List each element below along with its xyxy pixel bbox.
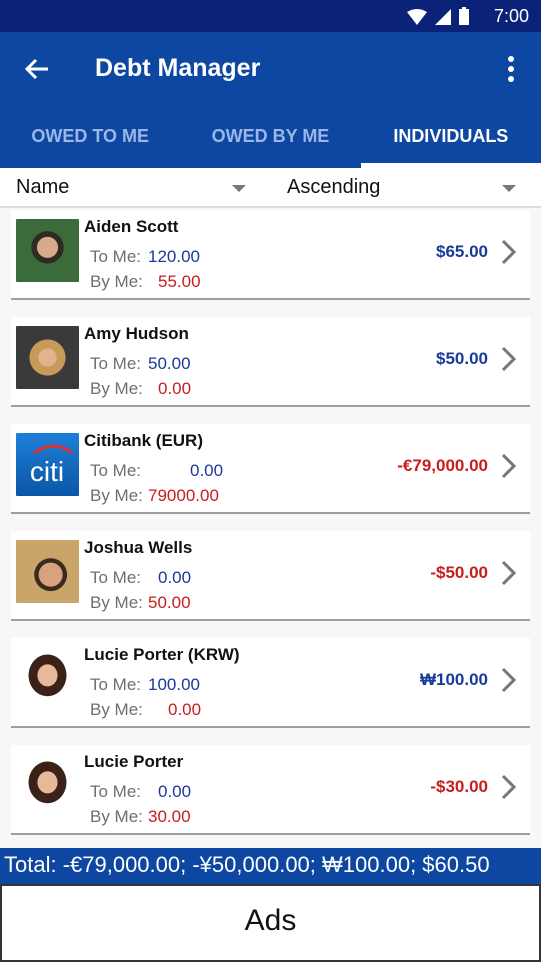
item-name: Joshua Wells: [84, 538, 193, 557]
by-me-label: By Me:: [90, 486, 143, 505]
status-bar: 7:00: [0, 0, 541, 32]
to-me-label: To Me:: [90, 461, 142, 480]
balance: -$30.00: [430, 777, 488, 796]
citi-logo-icon: citi: [16, 433, 79, 496]
by-me-value: 30.00: [148, 807, 191, 826]
to-me-value: 0.00: [158, 568, 192, 587]
ad-banner[interactable]: Ads: [0, 884, 541, 962]
status-time: 7:00: [493, 6, 529, 26]
sort-order-value: Ascending: [287, 176, 381, 198]
tab-individuals[interactable]: INDIVIDUALS: [360, 116, 541, 168]
by-me-label: By Me:: [90, 700, 143, 719]
chevron-down-icon: [232, 185, 246, 192]
balance: $65.00: [436, 242, 488, 261]
avatar: [16, 540, 79, 603]
list-item[interactable]: Aiden Scott To Me: 120.00 By Me: 55.00 $…: [11, 210, 530, 300]
to-me-value: 50.00: [148, 354, 191, 373]
app-bar: Debt Manager OWED TO ME OWED BY ME INDIV…: [0, 32, 541, 168]
balance: -$50.00: [430, 563, 488, 582]
avatar: [16, 219, 79, 282]
list-item[interactable]: Lucie Porter To Me: 0.00 By Me: 30.00 -$…: [11, 745, 530, 835]
more-vert-icon[interactable]: [501, 54, 521, 84]
by-me-label: By Me:: [90, 272, 143, 291]
tab-bar: OWED TO ME OWED BY ME INDIVIDUALS: [0, 116, 541, 168]
chevron-right-icon: [501, 453, 517, 479]
balance: ₩100.00: [419, 670, 488, 689]
item-name: Lucie Porter: [84, 752, 184, 771]
sort-bar: Name Ascending: [0, 168, 541, 208]
tab-owed-to-me[interactable]: OWED TO ME: [0, 116, 180, 168]
chevron-right-icon: [501, 560, 517, 586]
chevron-right-icon: [501, 774, 517, 800]
to-me-value: 120.00: [148, 247, 200, 266]
to-me-label: To Me:: [90, 247, 142, 266]
chevron-right-icon: [501, 346, 517, 372]
signal-icon: [435, 9, 451, 25]
item-name: Amy Hudson: [84, 324, 189, 343]
tab-owed-by-me[interactable]: OWED BY ME: [180, 116, 360, 168]
item-name: Lucie Porter (KRW): [84, 645, 240, 664]
balance: -€79,000.00: [397, 456, 488, 475]
by-me-value: 55.00: [158, 272, 201, 291]
avatar: [16, 754, 79, 817]
avatar: [16, 326, 79, 389]
by-me-value: 0.00: [158, 379, 192, 398]
chevron-right-icon: [501, 667, 517, 693]
to-me-label: To Me:: [90, 782, 142, 801]
by-me-label: By Me:: [90, 379, 143, 398]
total-bar: Total: -€79,000.00; -¥50,000.00; ₩100.00…: [0, 848, 541, 884]
list-item[interactable]: Amy Hudson To Me: 50.00 By Me: 0.00 $50.…: [11, 317, 530, 407]
by-me-label: By Me:: [90, 593, 143, 612]
list-item[interactable]: citi Citibank (EUR) To Me: 0.00 By Me: 7…: [11, 424, 530, 514]
item-name: Citibank (EUR): [84, 431, 203, 450]
page-title: Debt Manager: [95, 54, 261, 82]
by-me-value: 79000.00: [148, 486, 219, 505]
battery-icon: [459, 7, 469, 25]
balance: $50.00: [436, 349, 488, 368]
wifi-icon: [407, 9, 427, 25]
chevron-right-icon: [501, 239, 517, 265]
arrow-left-icon[interactable]: [22, 54, 52, 84]
to-me-label: To Me:: [90, 568, 142, 587]
chevron-down-icon: [502, 185, 516, 192]
avatar: [16, 647, 79, 710]
by-me-value: 0.00: [168, 700, 202, 719]
list-item[interactable]: Joshua Wells To Me: 0.00 By Me: 50.00 -$…: [11, 531, 530, 621]
sort-field-value: Name: [16, 176, 70, 198]
to-me-label: To Me:: [90, 675, 142, 694]
by-me-value: 50.00: [148, 593, 191, 612]
to-me-value: 0.00: [190, 461, 224, 480]
to-me-label: To Me:: [90, 354, 142, 373]
to-me-value: 100.00: [148, 675, 200, 694]
list-item[interactable]: Lucie Porter (KRW) To Me: 100.00 By Me: …: [11, 638, 530, 728]
svg-text:citi: citi: [30, 456, 64, 487]
by-me-label: By Me:: [90, 807, 143, 826]
to-me-value: 0.00: [158, 782, 192, 801]
item-name: Aiden Scott: [84, 217, 179, 236]
